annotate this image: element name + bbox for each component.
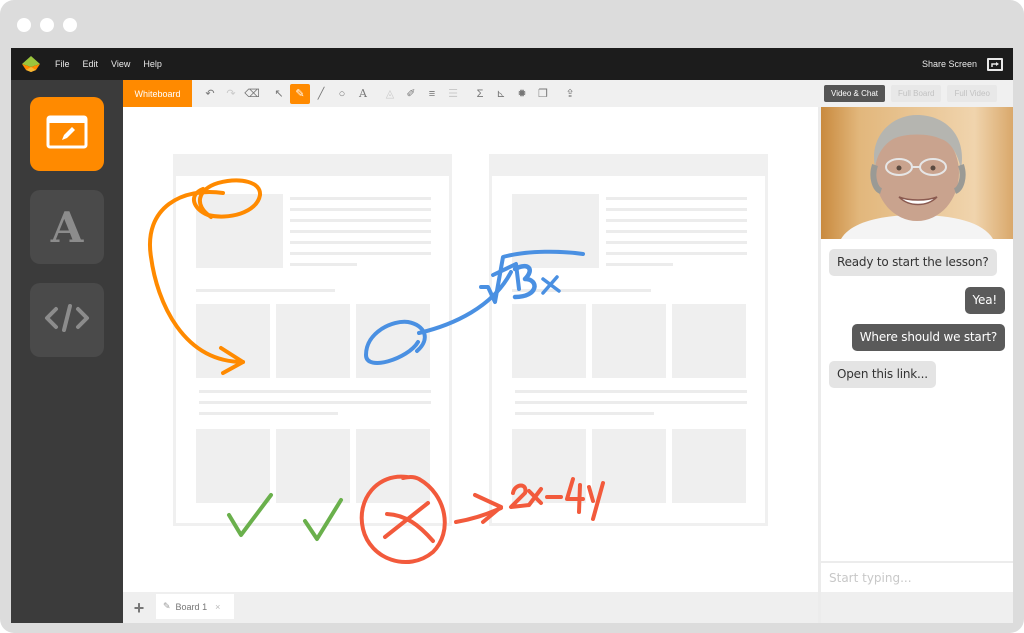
whiteboard-toolbar: Whiteboard ↶ ↷ ⌫ ↖ ✎ ╱ ○ A ◬ ✐ ≡ ☰ Σ ⊾ ✹… — [123, 80, 818, 107]
graph-axes-icon[interactable]: ⊾ — [491, 84, 511, 104]
close-board-icon[interactable]: × — [215, 602, 220, 612]
pencil-icon: ✎ — [163, 601, 171, 611]
pen-color-icon[interactable]: ✐ — [401, 84, 421, 104]
menu-view[interactable]: View — [111, 59, 130, 69]
chat-message: Ready to start the lesson? — [829, 249, 997, 276]
share-screen-label: Share Screen — [921, 59, 977, 69]
chat-footer — [821, 592, 1013, 623]
code-brackets-icon — [44, 303, 90, 338]
red-expression-stroke — [509, 477, 605, 521]
layers-icon[interactable]: ❐ — [533, 84, 553, 104]
menu-help[interactable]: Help — [143, 59, 162, 69]
line-icon[interactable]: ╱ — [311, 84, 331, 104]
green-check-stroke — [303, 498, 343, 541]
redo-icon[interactable]: ↷ — [221, 84, 241, 104]
chat-message: Yea! — [964, 287, 1005, 314]
fill-bucket-icon[interactable]: ◬ — [380, 84, 400, 104]
participant-video-image — [821, 107, 1013, 239]
tool-group: ↶ ↷ ⌫ ↖ ✎ ╱ ○ A ◬ ✐ ≡ ☰ Σ ⊾ ✹ ❐ ⇪ — [200, 80, 581, 107]
ink-layer — [147, 178, 605, 564]
window-controls — [17, 18, 77, 32]
chat-input[interactable] — [821, 561, 1013, 592]
chat-message: Open this link... — [829, 361, 936, 388]
menu-edit[interactable]: Edit — [83, 59, 99, 69]
blue-ellipse-stroke — [364, 319, 427, 365]
view-full-board-button[interactable]: Full Board — [891, 85, 942, 102]
sigma-math-icon[interactable]: Σ — [470, 84, 490, 104]
shape-circle-icon[interactable]: ○ — [332, 84, 352, 104]
line-style-icon[interactable]: ☰ — [443, 84, 463, 104]
upload-icon[interactable]: ⇪ — [560, 84, 580, 104]
share-screen-button[interactable]: Share Screen — [922, 48, 1003, 80]
text-a-icon: A — [50, 202, 84, 252]
view-mode-bar: Video & Chat Full Board Full Video — [818, 80, 1013, 107]
board-tab-label: Board 1 — [175, 601, 208, 612]
tab-whiteboard[interactable]: Whiteboard — [123, 80, 192, 107]
sidebar-item-code-editor[interactable] — [30, 283, 104, 357]
view-full-video-button[interactable]: Full Video — [947, 85, 997, 102]
text-tool-icon[interactable]: A — [353, 84, 373, 104]
orange-circle-stroke — [192, 178, 262, 219]
board-tabs-bar: + ✎ Board 1 × — [123, 592, 818, 623]
pencil-icon[interactable]: ✎ — [290, 83, 310, 104]
menu-file[interactable]: File — [55, 59, 70, 69]
maximize-window-dot[interactable] — [63, 18, 77, 32]
sidebar: A — [11, 80, 123, 623]
app: File Edit View Help Share Screen A White… — [11, 48, 1013, 623]
settings-gear-icon[interactable]: ✹ — [512, 84, 532, 104]
view-video-chat-button[interactable]: Video & Chat — [824, 85, 885, 102]
close-window-dot[interactable] — [17, 18, 31, 32]
video-chat-panel: Ready to start the lesson? Yea! Where sh… — [818, 107, 1013, 623]
undo-icon[interactable]: ↶ — [200, 84, 220, 104]
chat-messages: Ready to start the lesson? Yea! Where sh… — [821, 239, 1013, 559]
eraser-icon[interactable]: ⌫ — [242, 84, 262, 104]
select-arrow-icon[interactable]: ↖ — [269, 84, 289, 104]
menu-bar: File Edit View Help Share Screen — [11, 48, 1013, 80]
green-check-stroke — [227, 493, 273, 537]
share-screen-icon — [987, 57, 1003, 71]
add-board-button[interactable]: + — [131, 599, 147, 617]
whiteboard-pencil-icon — [46, 115, 88, 154]
window-frame: File Edit View Help Share Screen A White… — [0, 0, 1024, 633]
sidebar-item-text-editor[interactable]: A — [30, 190, 104, 264]
video-feed — [821, 107, 1013, 239]
line-width-icon[interactable]: ≡ — [422, 84, 442, 104]
chat-message: Where should we start? — [851, 324, 1005, 351]
sidebar-item-whiteboard[interactable] — [30, 97, 104, 171]
whiteboard-canvas[interactable] — [123, 107, 818, 592]
board-tab[interactable]: ✎ Board 1 × — [156, 594, 234, 619]
app-logo-icon — [21, 55, 41, 73]
minimize-window-dot[interactable] — [40, 18, 54, 32]
blue-x-stroke — [541, 275, 561, 295]
